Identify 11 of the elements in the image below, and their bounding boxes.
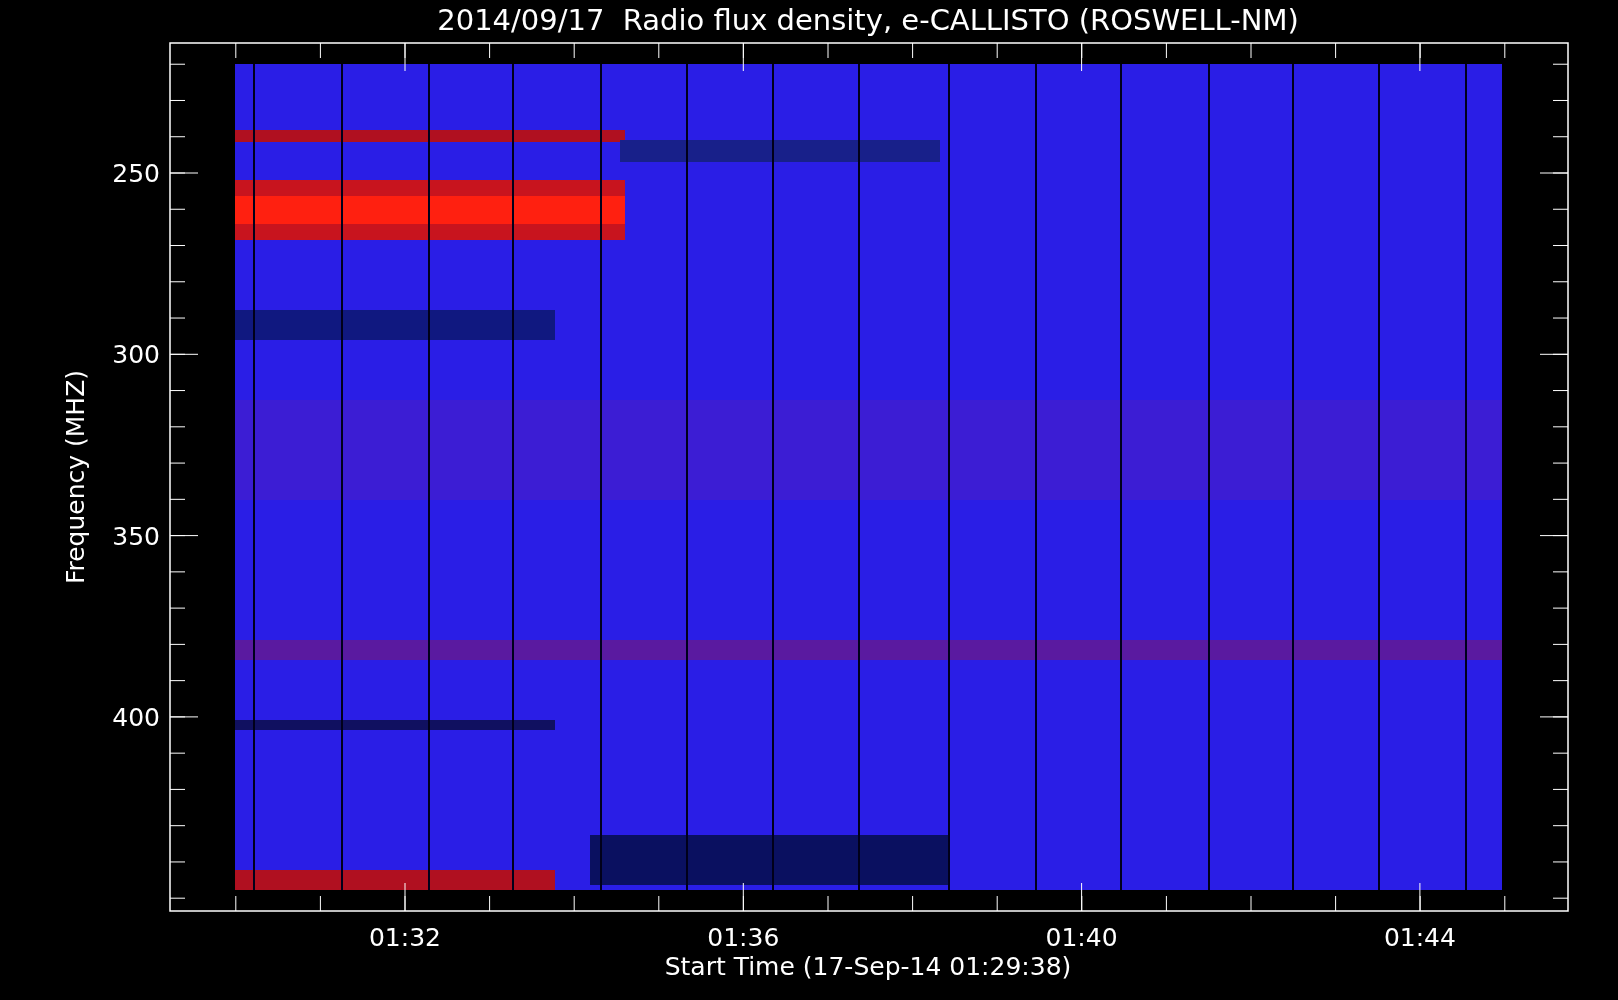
x-tick-label: 01:40 (1045, 923, 1118, 952)
x-axis-label: Start Time (17-Sep-14 01:29:38) (664, 952, 1072, 981)
x-tick-label: 01:36 (707, 923, 780, 952)
y-tick-label: 350 (112, 521, 160, 551)
y-tick-label: 300 (112, 340, 160, 370)
x-tick-label: 01:44 (1383, 923, 1456, 952)
y-axis-label: Frequency (MHZ) (61, 369, 90, 585)
y-tick-label: 400 (112, 702, 160, 732)
x-tick-label: 01:32 (369, 923, 441, 952)
chart-title: 2014/09/17 Radio flux density, e-CALLISTO (ROSWELL-NM) (437, 3, 1299, 37)
y-tick-label: 250 (112, 159, 160, 188)
